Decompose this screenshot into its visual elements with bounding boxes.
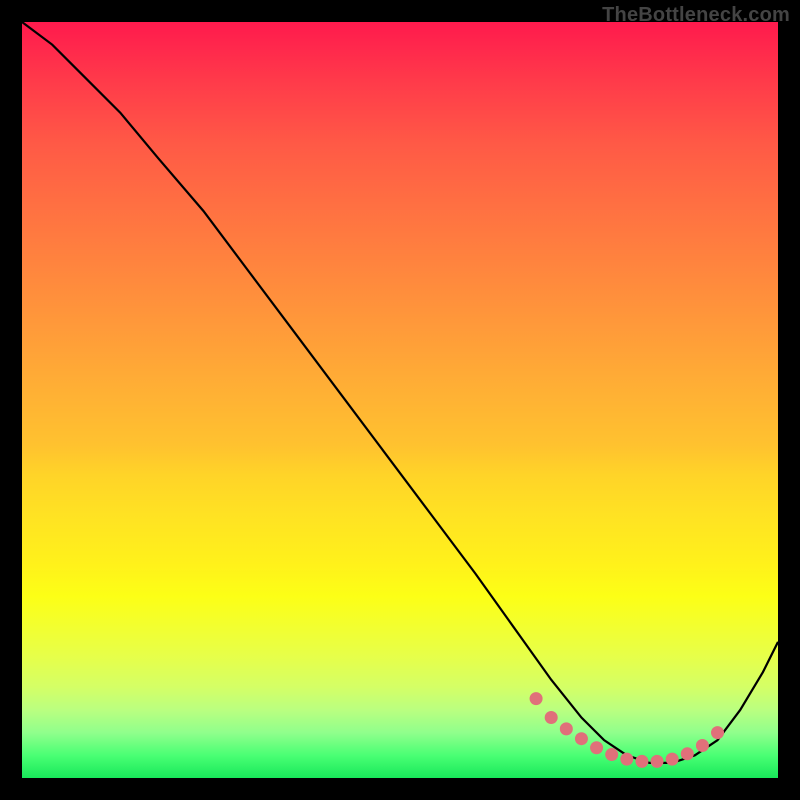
highlight-dot <box>711 726 724 739</box>
highlight-dot <box>681 747 694 760</box>
highlight-dot <box>696 739 709 752</box>
dots-group <box>530 692 724 768</box>
highlight-dot <box>560 722 573 735</box>
highlight-dot <box>651 755 664 768</box>
highlight-dot <box>620 753 633 766</box>
highlight-dot <box>575 732 588 745</box>
chart-frame: TheBottleneck.com <box>0 0 800 800</box>
highlight-dot <box>530 692 543 705</box>
highlight-dot <box>666 753 679 766</box>
plot-outer <box>22 22 778 778</box>
highlight-dot <box>605 748 618 761</box>
highlight-dot <box>545 711 558 724</box>
highlight-dot <box>590 741 603 754</box>
watermark-text: TheBottleneck.com <box>602 4 790 27</box>
highlight-dot <box>635 755 648 768</box>
optimal-range-dots <box>22 22 778 778</box>
